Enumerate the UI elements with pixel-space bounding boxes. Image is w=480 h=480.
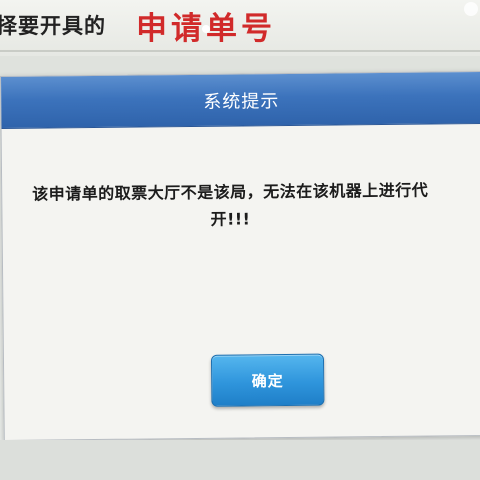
dialog-message-line-2: 开!!! <box>210 209 251 229</box>
background-page-header: 择要开具的 申请单号 <box>0 0 480 56</box>
background-prompt-text: 择要开具的 <box>0 14 106 38</box>
system-prompt-dialog: 系统提示 该申请单的取票大厅不是该局，无法在该机器上进行代 开!!! 确定 <box>0 70 480 441</box>
background-corner-glare <box>464 2 478 16</box>
confirm-button-label: 确定 <box>251 371 284 390</box>
confirm-button[interactable]: 确定 <box>210 353 325 407</box>
background-bottom-area <box>0 440 480 480</box>
background-light-glare <box>202 25 210 33</box>
dialog-message: 该申请单的取票大厅不是该局，无法在该机器上进行代 开!!! <box>32 176 473 235</box>
dialog-message-line-1: 该申请单的取票大厅不是该局，无法在该机器上进行代 <box>32 180 429 204</box>
background-divider <box>0 50 480 52</box>
dialog-title: 系统提示 <box>203 90 280 113</box>
dialog-titlebar: 系统提示 <box>1 71 480 129</box>
